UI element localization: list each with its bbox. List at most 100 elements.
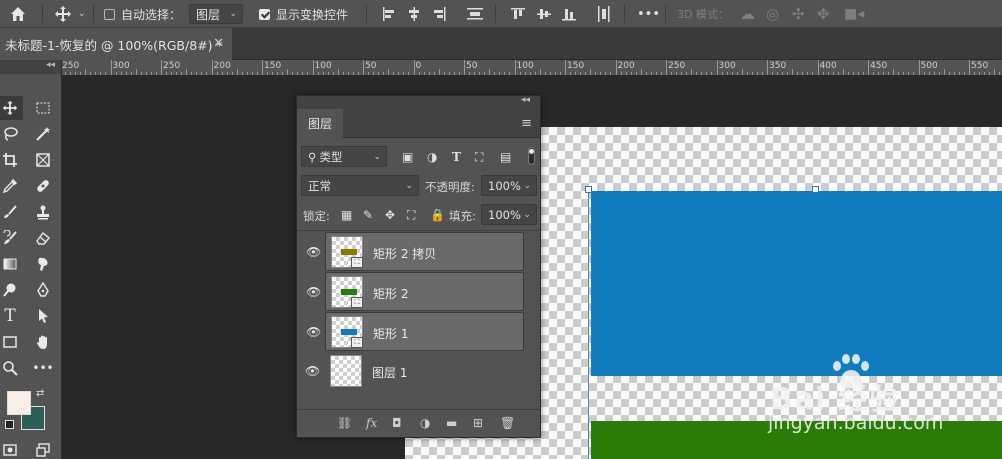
layer-name[interactable]: 矩形 2 拷贝	[373, 245, 436, 262]
add-mask-icon[interactable]: ◘	[392, 416, 402, 430]
ruler-tick	[489, 69, 491, 75]
ruler-tick	[347, 72, 349, 75]
filter-smart-object-icon[interactable]: ▤	[500, 150, 511, 164]
quick-mask-icon[interactable]	[0, 438, 23, 459]
type-tool-icon[interactable]: T	[0, 304, 23, 328]
auto-select-toggle[interactable]: 自动选择：	[104, 0, 181, 28]
hand-tool-icon[interactable]	[30, 330, 56, 354]
distribute-horizontal-icon[interactable]	[596, 0, 612, 28]
fx-icon[interactable]: fx	[366, 416, 377, 430]
crop-tool-icon[interactable]	[0, 148, 23, 172]
path-selection-tool-icon[interactable]	[30, 304, 56, 328]
align-left-icon[interactable]	[381, 0, 397, 28]
transform-handle-top-left[interactable]	[585, 186, 592, 193]
ruler-tick	[706, 72, 708, 75]
layer-name[interactable]: 矩形 2	[373, 285, 408, 302]
layer-name[interactable]: 矩形 1	[373, 325, 408, 342]
layer-row[interactable]: 👁 ⛶ 矩形 1	[306, 312, 524, 351]
align-hcenter-icon[interactable]	[406, 0, 422, 28]
move-tool-preset-icon[interactable]	[54, 0, 72, 28]
lock-artboard-icon[interactable]: ⛶	[407, 208, 415, 223]
ruler-tick	[211, 60, 213, 75]
default-colors-icon[interactable]	[5, 420, 14, 429]
gradient-tool-icon[interactable]	[0, 252, 23, 276]
show-transform-checkbox[interactable]	[259, 8, 270, 20]
lock-transparent-icon[interactable]: ▦	[341, 208, 352, 222]
layer-row[interactable]: 👁 ⛶ 矩形 2 拷贝	[306, 232, 524, 271]
layer-name[interactable]: 图层 1	[372, 364, 407, 381]
brush-tool-icon[interactable]	[0, 200, 23, 224]
scale-3d-icon[interactable]: ■◂	[844, 0, 864, 28]
delete-layer-trash-icon[interactable]: 🗑	[500, 416, 515, 430]
dodge-tool-icon[interactable]	[0, 278, 23, 302]
home-icon[interactable]	[9, 0, 27, 28]
collapse-icon[interactable]: ◂◂	[46, 60, 55, 70]
pen-tool-icon[interactable]	[30, 278, 56, 302]
collapse-icon[interactable]: ◂◂	[521, 95, 530, 105]
ruler-tick	[868, 60, 869, 75]
more-options-icon[interactable]: •••	[637, 0, 660, 28]
smudge-tool-icon[interactable]	[30, 252, 56, 276]
opacity-field[interactable]: 100% ⌄	[481, 175, 537, 196]
distribute-vertical-icon[interactable]	[466, 0, 484, 28]
foreground-color-swatch[interactable]	[7, 391, 31, 415]
layer-row[interactable]: 👁 图层 1	[305, 352, 524, 391]
filter-pixel-icon[interactable]: ▣	[402, 150, 413, 164]
link-layers-icon[interactable]: ⛓	[337, 416, 352, 430]
layer-row[interactable]: 👁 ⛶ 矩形 2	[306, 272, 524, 311]
fill-field[interactable]: 100% ⌄	[481, 204, 537, 225]
transform-handle-top-center[interactable]	[812, 186, 819, 193]
roll-3d-icon[interactable]: ◎	[766, 0, 779, 28]
align-top-icon[interactable]	[510, 0, 526, 28]
filter-toggle-icon[interactable]	[528, 147, 535, 165]
show-transform-toggle[interactable]: 显示变换控件	[259, 0, 348, 28]
document-tab[interactable]: 未标题-1-恢复的 @ 100%(RGB/8#) * ✕	[0, 28, 232, 60]
drag-3d-icon[interactable]: ✣	[792, 0, 805, 28]
chevron-down-icon[interactable]: ⌄	[78, 0, 86, 28]
new-group-folder-icon[interactable]: ▬	[446, 416, 457, 430]
tab-layers[interactable]: 图层	[297, 109, 343, 138]
ruler-label: 250	[163, 61, 181, 71]
eyedropper-tool-icon[interactable]	[0, 174, 23, 198]
clone-stamp-tool-icon[interactable]	[30, 200, 56, 224]
rectangle-tool-icon[interactable]	[0, 330, 23, 354]
ruler-tick	[145, 72, 147, 75]
eye-icon[interactable]: 👁	[305, 364, 320, 378]
history-brush-tool-icon[interactable]	[0, 226, 23, 250]
more-tools-icon[interactable]: •••	[30, 356, 56, 380]
filter-type-icon[interactable]: T	[452, 150, 461, 164]
healing-brush-tool-icon[interactable]	[30, 174, 56, 198]
eye-icon[interactable]: 👁	[306, 325, 321, 339]
align-right-icon[interactable]	[431, 0, 447, 28]
filter-shape-icon[interactable]: ⛶	[475, 150, 483, 165]
eye-icon[interactable]: 👁	[306, 285, 321, 299]
eraser-tool-icon[interactable]	[30, 226, 56, 250]
marquee-tool-icon[interactable]	[30, 96, 56, 120]
lock-position-icon[interactable]: ✥	[385, 208, 395, 222]
close-icon[interactable]: ✕	[213, 36, 224, 51]
move-tool-icon[interactable]	[0, 96, 23, 120]
ruler-tick	[150, 72, 152, 75]
ruler-tick	[418, 72, 420, 75]
orbit-3d-icon[interactable]: ☁	[740, 0, 755, 28]
screen-mode-icon[interactable]	[30, 438, 56, 459]
swap-colors-icon[interactable]: ⇄	[36, 388, 44, 399]
adjustment-layer-icon[interactable]: ◑	[420, 416, 430, 430]
magic-wand-tool-icon[interactable]	[30, 122, 56, 146]
align-bottom-icon[interactable]	[561, 0, 577, 28]
eye-icon[interactable]: 👁	[306, 245, 321, 259]
align-vcenter-icon[interactable]	[536, 0, 552, 28]
auto-select-target-dropdown[interactable]: 图层 ⌄	[189, 4, 243, 24]
slide-3d-icon[interactable]: ✥	[817, 0, 830, 28]
new-layer-icon[interactable]: ⊞	[473, 416, 483, 430]
lock-image-brush-icon[interactable]: ✎	[363, 208, 373, 222]
lasso-tool-icon[interactable]	[0, 122, 23, 146]
lock-all-icon[interactable]: 🔒	[430, 208, 445, 222]
zoom-tool-icon[interactable]	[0, 356, 23, 380]
blend-mode-dropdown[interactable]: 正常 ⌄	[301, 175, 419, 196]
auto-select-checkbox[interactable]	[104, 8, 115, 20]
filter-kind-dropdown[interactable]: ⚲ 类型 ⌄	[301, 146, 387, 167]
panel-menu-icon[interactable]: ≡	[521, 116, 532, 131]
frame-tool-icon[interactable]	[30, 148, 56, 172]
filter-adjustment-icon[interactable]: ◑	[427, 150, 437, 164]
